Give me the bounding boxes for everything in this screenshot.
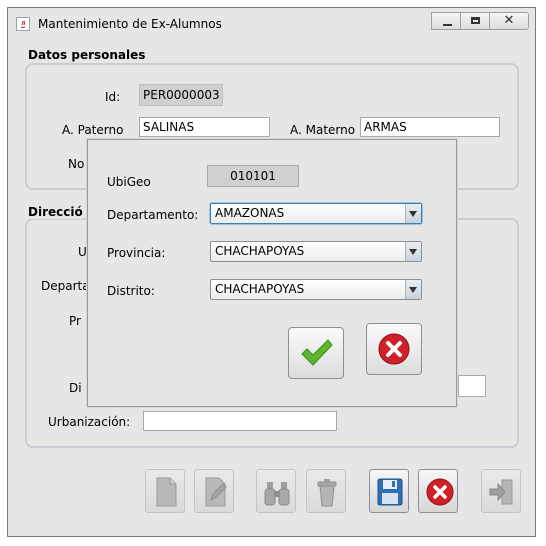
provincia-combo-value: CHACHAPOYAS [215,244,305,258]
distrito-combo[interactable]: CHACHAPOYAS [210,279,422,300]
cancel-icon [426,478,454,506]
new-document-icon [156,477,177,507]
direccion-title: Direcció [28,205,83,219]
apaterno-field[interactable]: SALINAS [139,117,270,137]
chevron-down-icon[interactable] [405,280,421,299]
cancel-toolbar-button[interactable] [418,469,458,513]
id-label: Id: [105,90,121,104]
chevron-down-icon[interactable] [405,242,421,261]
delete-trash-icon [317,479,337,507]
provincia-combo[interactable]: CHACHAPOYAS [210,241,422,262]
dialog-distrito-label: Distrito: [107,284,155,298]
java-app-icon [16,17,30,31]
close-window-button[interactable]: ✕ [489,12,529,30]
exit-button[interactable] [481,469,521,513]
dialog-provincia-label: Provincia: [107,246,166,260]
distrito-label: Di [69,381,82,395]
datos-personales-title: Datos personales [28,48,146,62]
close-icon: ✕ [503,13,515,28]
window-title: Mantenimiento de Ex-Alumnos [38,17,222,31]
dialog-departamento-label: Departamento: [107,208,199,222]
ubigeo-dialog: UbiGeo 010101 Departamento: AMAZONAS Pro… [87,139,457,407]
id-field: PER0000003 [139,84,223,106]
distrito-combo-value: CHACHAPOYAS [215,282,305,296]
nombre-label: No [68,157,85,171]
amaterno-label: A. Materno [290,123,356,137]
ubigeo-label: U [78,245,87,259]
amaterno-field[interactable]: ARMAS [360,117,500,137]
new-button[interactable] [145,469,185,513]
search-binoculars-icon [264,482,290,506]
cancel-dialog-button[interactable] [366,323,422,375]
accept-button[interactable] [288,327,344,379]
departamento-label: Departa [41,279,90,293]
edit-button[interactable] [194,469,234,513]
dialog-ubigeo-field: 010101 [207,165,299,187]
provincia-label: Pr [69,314,81,328]
exit-icon [489,479,513,505]
search-button[interactable] [256,469,296,513]
chevron-down-icon[interactable] [405,204,421,223]
departamento-combo[interactable]: AMAZONAS [210,203,422,224]
maximize-button[interactable] [460,12,490,30]
save-button[interactable] [369,469,409,513]
delete-button[interactable] [306,469,346,513]
apaterno-label: A. Paterno [62,123,124,137]
window-controls: ✕ [431,12,529,31]
save-floppy-icon [377,478,403,506]
cancel-icon [378,333,410,365]
distrito-direccion-field[interactable] [458,375,486,397]
urbanizacion-field[interactable] [143,411,337,431]
edit-icon [205,477,227,507]
urbanizacion-label: Urbanización: [48,415,131,429]
departamento-combo-value: AMAZONAS [215,206,285,220]
dialog-ubigeo-label: UbiGeo [107,175,151,189]
minimize-button[interactable] [431,12,461,30]
check-icon [301,339,333,366]
title-bar[interactable]: Mantenimiento de Ex-Alumnos ✕ [8,8,535,38]
